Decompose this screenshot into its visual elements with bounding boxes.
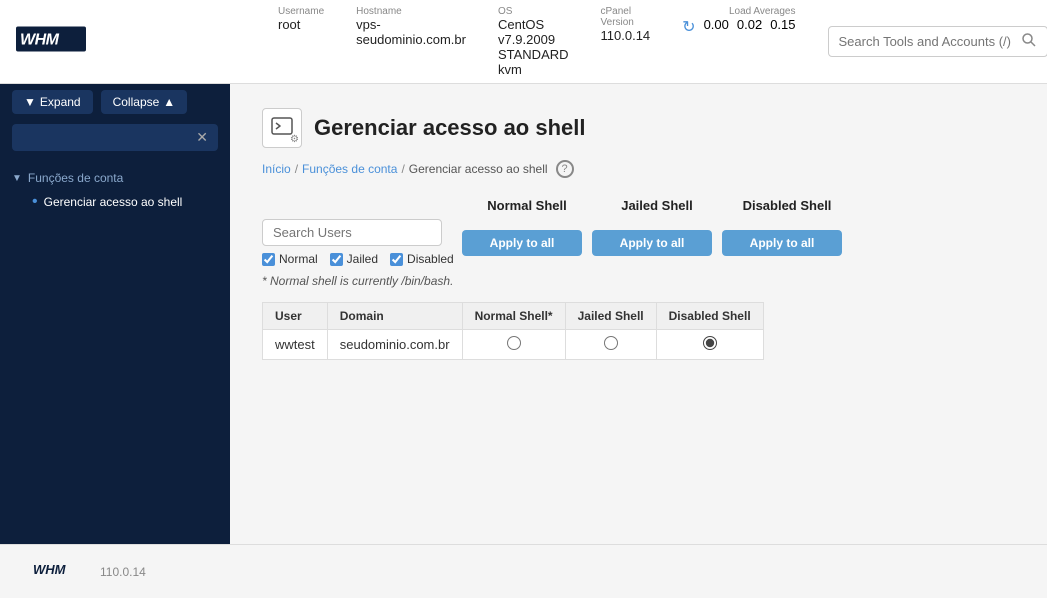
footer: WHM 110.0.14 xyxy=(0,544,1047,598)
checkbox-disabled-label[interactable]: Disabled xyxy=(390,252,454,266)
load-avg-group: Load Averages ↻ 0.00 0.02 0.15 xyxy=(682,6,795,77)
cpanel-group: cPanel Version 110.0.14 xyxy=(601,6,651,77)
radio-normal[interactable] xyxy=(507,336,521,350)
checkbox-jailed[interactable] xyxy=(330,253,343,266)
breadcrumb-home[interactable]: Início xyxy=(262,162,291,176)
page-header: ⚙ Gerenciar acesso ao shell xyxy=(262,108,1015,148)
checkbox-disabled[interactable] xyxy=(390,253,403,266)
col-normal-shell: Normal Shell xyxy=(462,198,592,213)
sidebar-section-account-functions: ▼ Funções de conta • Gerenciar acesso ao… xyxy=(0,161,230,221)
load-5min: 0.02 xyxy=(737,17,762,37)
footer-version: 110.0.14 xyxy=(100,565,146,579)
table-cell-disabled-radio[interactable] xyxy=(656,330,763,360)
os-group: OS CentOS v7.9.2009 STANDARD kvm xyxy=(498,6,569,77)
username-value: root xyxy=(278,17,324,32)
search-users-input[interactable] xyxy=(262,219,442,246)
collapse-label: Collapse xyxy=(113,95,160,109)
page-title: Gerenciar acesso ao shell xyxy=(314,115,586,141)
breadcrumb-sep-1: / xyxy=(295,162,298,176)
hostname-value: vps-seudominio.com.br xyxy=(356,17,466,47)
collapse-button[interactable]: Collapse ▲ xyxy=(101,90,188,114)
page-icon: ⚙ xyxy=(262,108,302,148)
svg-text:WHM: WHM xyxy=(33,562,67,577)
load-15min: 0.15 xyxy=(770,17,795,37)
expand-button[interactable]: ▼ Expand xyxy=(12,90,93,114)
gear-icon: ⚙ xyxy=(290,134,299,145)
search-box[interactable] xyxy=(828,26,1047,57)
chevron-down-icon: ▼ xyxy=(12,173,22,184)
breadcrumb-current: Gerenciar acesso ao shell xyxy=(409,162,548,176)
table-cell-normal-radio[interactable] xyxy=(462,330,565,360)
sidebar-section-label: Funções de conta xyxy=(28,171,123,185)
sidebar-search-box[interactable]: Gerenciar acesso ao shell ✕ xyxy=(12,124,218,151)
table-header-disabled-shell: Disabled Shell xyxy=(656,303,763,330)
cpanel-label: cPanel Version xyxy=(601,6,651,28)
svg-text:WHM: WHM xyxy=(20,31,60,48)
col-disabled-shell: Disabled Shell xyxy=(722,198,852,213)
expand-icon: ▼ xyxy=(24,95,36,109)
radio-jailed[interactable] xyxy=(604,336,618,350)
load-label: Load Averages xyxy=(729,6,796,17)
table-header-normal-shell: Normal Shell* xyxy=(462,303,565,330)
load-1min: 0.00 xyxy=(704,17,729,37)
checkbox-jailed-text: Jailed xyxy=(347,252,378,266)
checkbox-jailed-label[interactable]: Jailed xyxy=(330,252,378,266)
checkbox-normal-label[interactable]: Normal xyxy=(262,252,318,266)
table-cell-user: wwtest xyxy=(263,330,328,360)
table-header-jailed-shell: Jailed Shell xyxy=(565,303,656,330)
radio-disabled[interactable] xyxy=(703,336,717,350)
table-header-domain: Domain xyxy=(327,303,462,330)
table-cell-domain: seudominio.com.br xyxy=(327,330,462,360)
collapse-icon: ▲ xyxy=(163,95,175,109)
sidebar-section-header[interactable]: ▼ Funções de conta xyxy=(12,167,218,189)
bullet-icon: • xyxy=(32,194,38,210)
os-label: OS xyxy=(498,6,569,17)
hostname-label: Hostname xyxy=(356,6,466,17)
checkbox-normal-text: Normal xyxy=(279,252,318,266)
sidebar-search-input[interactable]: Gerenciar acesso ao shell xyxy=(20,131,194,145)
search-icon xyxy=(1021,32,1037,51)
load-values: ↻ 0.00 0.02 0.15 xyxy=(682,17,795,37)
username-group: Username root xyxy=(278,6,324,77)
sidebar-item-label: Gerenciar acesso ao shell xyxy=(44,195,183,209)
checkbox-disabled-text: Disabled xyxy=(407,252,454,266)
topbar: WHM Username root Hostname vps-seudomini… xyxy=(0,0,1047,84)
cpanel-value: 110.0.14 xyxy=(601,28,651,43)
table-row: wwtest seudominio.com.br xyxy=(263,330,764,360)
col-jailed-shell: Jailed Shell xyxy=(592,198,722,213)
username-label: Username xyxy=(278,6,324,17)
filter-checkboxes: Normal Jailed Disabled xyxy=(262,252,462,266)
footer-logo: WHM xyxy=(32,557,92,586)
sidebar-buttons: ▼ Expand Collapse ▲ xyxy=(0,84,230,124)
breadcrumb-sep-2: / xyxy=(401,162,404,176)
os-value: CentOS v7.9.2009 STANDARD kvm xyxy=(498,17,569,77)
help-icon[interactable]: ? xyxy=(556,160,574,178)
apply-normal-button[interactable]: Apply to all xyxy=(462,230,582,256)
breadcrumb-section[interactable]: Funções de conta xyxy=(302,162,397,176)
table-cell-jailed-radio[interactable] xyxy=(565,330,656,360)
shell-note: * Normal shell is currently /bin/bash. xyxy=(262,274,1015,288)
hostname-group: Hostname vps-seudominio.com.br xyxy=(356,6,466,77)
sidebar-search-clear-button[interactable]: ✕ xyxy=(194,129,210,146)
breadcrumb: Início / Funções de conta / Gerenciar ac… xyxy=(262,160,1015,178)
table-header-user: User xyxy=(263,303,328,330)
apply-jailed-button[interactable]: Apply to all xyxy=(592,230,712,256)
sidebar-item-manage-shell[interactable]: • Gerenciar acesso ao shell xyxy=(12,189,218,215)
content-area: ⚙ Gerenciar acesso ao shell Início / Fun… xyxy=(230,84,1047,544)
apply-disabled-button[interactable]: Apply to all xyxy=(722,230,842,256)
search-input[interactable] xyxy=(839,34,1015,49)
expand-label: Expand xyxy=(40,95,81,109)
sidebar: ▼ Expand Collapse ▲ Gerenciar acesso ao … xyxy=(0,84,230,544)
shell-table: User Domain Normal Shell* Jailed Shell D… xyxy=(262,302,764,360)
main-layout: ▼ Expand Collapse ▲ Gerenciar acesso ao … xyxy=(0,84,1047,544)
topbar-search xyxy=(828,26,1047,57)
checkbox-normal[interactable] xyxy=(262,253,275,266)
meta-info: Username root Hostname vps-seudominio.co… xyxy=(278,6,796,77)
load-refresh-icon[interactable]: ↻ xyxy=(682,17,695,37)
whm-logo: WHM xyxy=(16,21,86,63)
